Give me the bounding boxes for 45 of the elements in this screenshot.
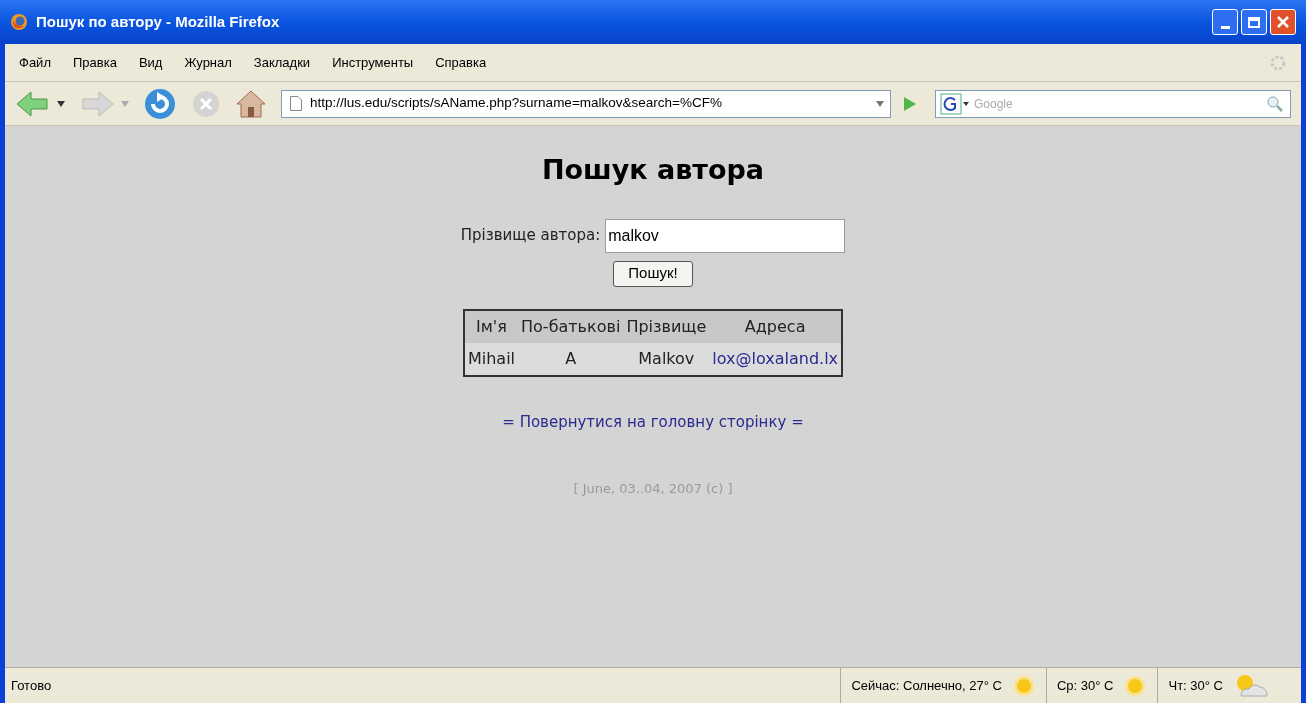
close-icon <box>1276 15 1290 29</box>
reload-icon[interactable] <box>143 86 177 121</box>
menu-item[interactable]: Вид <box>138 52 163 73</box>
address-bar[interactable]: http://lus.edu/scripts/sAName.php?surname=malkov&search=%CF% <box>281 89 891 118</box>
window-title: Пошук по автору - Mozilla Firefox <box>36 11 280 32</box>
home-link[interactable]: = Повернутися на головну сторінку = <box>502 410 804 433</box>
sun-icon <box>1011 673 1036 698</box>
search-placeholder: Google <box>974 95 1014 113</box>
weather-text: Сейчас: Солнечно, 27° C <box>851 676 1002 695</box>
throbber-icon <box>1269 53 1287 72</box>
footer-text: [ June, 03..04, 2007 (c) ] <box>573 480 733 498</box>
menu-item[interactable]: Правка <box>72 52 117 73</box>
menu-item[interactable]: Файл <box>19 52 51 73</box>
dropdown-caret-icon[interactable] <box>57 100 65 107</box>
google-icon[interactable] <box>940 92 970 115</box>
page-icon <box>290 96 302 111</box>
minimize-button[interactable] <box>1212 9 1238 35</box>
firefox-icon <box>10 13 28 31</box>
column-header: Ім'я <box>463 309 519 343</box>
close-button[interactable] <box>1270 9 1296 35</box>
search-button[interactable]: Пошук! <box>613 260 693 287</box>
status-text: Готово <box>10 676 53 695</box>
menu-item[interactable]: Закладки <box>253 52 311 73</box>
maximize-button[interactable] <box>1241 9 1267 35</box>
sun-icon <box>1123 673 1148 698</box>
back-arrow-icon[interactable] <box>15 88 51 119</box>
menu-item[interactable]: Справка <box>435 52 487 73</box>
search-icon[interactable] <box>1266 94 1284 113</box>
menu-item[interactable]: Журнал <box>184 52 232 73</box>
column-header: Адреса <box>709 309 843 343</box>
page-heading: Пошук автора <box>541 153 765 187</box>
table-cell: Malkov <box>623 342 710 376</box>
field-label: Прізвище автора: <box>460 225 601 247</box>
column-header: По-батькові <box>518 309 624 343</box>
home-icon[interactable] <box>235 88 267 119</box>
weather-text: Чт: 30° C <box>1168 676 1223 695</box>
table-cell: Mihail <box>463 342 519 376</box>
menu-item[interactable]: Инструменты <box>332 52 414 73</box>
weather-text: Ср: 30° C <box>1056 676 1114 695</box>
email-link[interactable]: lox@loxaland.lx <box>709 342 843 376</box>
column-header: Прізвище <box>623 309 710 343</box>
dropdown-caret-icon[interactable] <box>876 100 884 107</box>
table-cell: A <box>518 342 624 376</box>
url-text: http://lus.edu/scripts/sAName.php?surname=malkov&search=%CF% <box>310 94 723 113</box>
surname-input-field[interactable]: malkov <box>605 218 846 253</box>
